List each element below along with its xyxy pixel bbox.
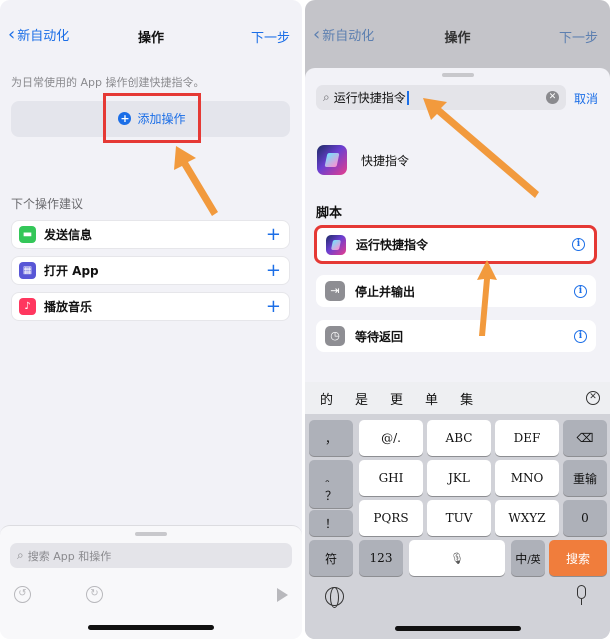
action-wait-return[interactable]: ◷ 等待返回 i xyxy=(316,320,596,352)
search-input[interactable]: ⌕ 搜索 App 和操作 xyxy=(10,543,292,568)
redo-icon[interactable]: ↻ xyxy=(86,586,103,603)
action-label: 停止并输出 xyxy=(355,284,416,299)
plus-circle-icon: + xyxy=(118,111,132,125)
lang-sub-label: /英 xyxy=(527,554,541,566)
cancel-button[interactable]: 取消 xyxy=(574,90,598,107)
key-exclaim[interactable]: ！ xyxy=(309,510,353,536)
clear-icon[interactable]: ✕ xyxy=(546,91,559,104)
suggestion-send-message[interactable]: ▬ 发送信息 + xyxy=(11,220,290,249)
action-search-sheet: ⌕ 运行快捷指令 ✕ 取消 快捷指令 脚本 运行快捷指令 i ⇥ 停止并输出 i xyxy=(305,68,610,386)
lang-main-label: 中 xyxy=(515,551,528,566)
microphone-icon[interactable] xyxy=(577,585,586,605)
search-value: 运行快捷指令 xyxy=(333,91,406,105)
suggestion-label: 打开 App xyxy=(44,264,99,278)
info-icon[interactable]: i xyxy=(574,329,587,343)
search-key[interactable]: 搜索 xyxy=(549,540,607,576)
app-result-shortcuts[interactable]: 快捷指令 xyxy=(305,138,610,182)
editor-toolbar: ↺ ↻ xyxy=(0,586,302,610)
nav-bar: ‹ 新自动化 操作 下一步 xyxy=(305,0,610,70)
screenshot-root: ‹ 新自动化 操作 下一步 为日常使用的 App 操作创建快捷指令。 + 添加操… xyxy=(0,0,610,639)
sheet-grabber[interactable] xyxy=(441,73,474,77)
text-cursor xyxy=(406,90,409,105)
candidate[interactable]: 的 xyxy=(320,389,333,408)
key-mno[interactable]: MNO xyxy=(495,460,559,496)
space-key[interactable]: 🎙 xyxy=(409,540,505,576)
action-label: 运行快捷指令 xyxy=(356,238,429,252)
shortcuts-app-icon xyxy=(317,145,347,175)
next-button[interactable]: 下一步 xyxy=(251,27,290,46)
orange-arrow-annotation xyxy=(174,146,218,216)
mic-small-icon: 🎙 xyxy=(450,551,464,565)
clock-icon: ◷ xyxy=(325,326,345,346)
key-question[interactable]: ？ xyxy=(309,482,353,508)
candidate[interactable]: 更 xyxy=(390,389,403,408)
globe-icon[interactable] xyxy=(325,586,344,608)
candidate-bar: 的 是 更 单 集 ✕ xyxy=(305,382,610,414)
key-number[interactable]: 123 xyxy=(359,540,403,576)
keyboard-bottom-bar xyxy=(305,577,610,639)
add-icon[interactable]: + xyxy=(266,224,281,245)
action-stop-output[interactable]: ⇥ 停止并输出 i xyxy=(316,275,596,307)
sheet-grabber[interactable] xyxy=(135,532,167,536)
nav-bar: ‹ 新自动化 操作 下一步 xyxy=(0,0,302,70)
search-icon: ⌕ xyxy=(17,548,24,562)
messages-icon: ▬ xyxy=(19,226,36,243)
info-icon[interactable]: i xyxy=(572,238,585,251)
backspace-icon[interactable]: ⌫ xyxy=(563,420,607,456)
candidate[interactable]: 集 xyxy=(460,389,473,408)
pinyin-keyboard: 的 是 更 单 集 ✕ ， 。 ？ ！ @/. ABC DEF ⌫ GHI JK… xyxy=(305,382,610,639)
candidate[interactable]: 是 xyxy=(355,389,368,408)
add-action-label: 添加操作 xyxy=(137,111,186,126)
info-icon[interactable]: i xyxy=(574,284,587,298)
suggestion-open-app[interactable]: ▦ 打开 App + xyxy=(11,256,290,285)
add-action-button[interactable]: + 添加操作 xyxy=(103,93,201,143)
left-phone-screen: ‹ 新自动化 操作 下一步 为日常使用的 App 操作创建快捷指令。 + 添加操… xyxy=(0,0,302,639)
suggestions-title: 下个操作建议 xyxy=(11,197,84,211)
app-result-label: 快捷指令 xyxy=(361,153,410,168)
suggestion-label: 发送信息 xyxy=(44,228,93,242)
key-def[interactable]: DEF xyxy=(495,420,559,456)
next-button[interactable]: 下一步 xyxy=(559,27,598,46)
add-icon[interactable]: + xyxy=(266,296,281,317)
action-label: 等待返回 xyxy=(355,329,404,344)
hint-text: 为日常使用的 App 操作创建快捷指令。 xyxy=(11,76,205,89)
section-title: 脚本 xyxy=(316,206,343,221)
music-icon: ♪ xyxy=(19,298,36,315)
key-jkl[interactable]: JKL xyxy=(427,460,491,496)
key-lang-toggle[interactable]: 中/英 xyxy=(511,540,545,576)
key-tuv[interactable]: TUV xyxy=(427,500,491,536)
search-input[interactable]: ⌕ 运行快捷指令 ✕ xyxy=(316,85,566,110)
exit-icon: ⇥ xyxy=(325,281,345,301)
home-indicator xyxy=(88,625,214,630)
key-symbol-toggle[interactable]: 符 xyxy=(309,540,353,576)
action-run-shortcut[interactable]: 运行快捷指令 i xyxy=(314,225,597,264)
key-abc[interactable]: ABC xyxy=(427,420,491,456)
key-comma[interactable]: ， xyxy=(309,420,353,456)
candidate[interactable]: 单 xyxy=(425,389,438,408)
key-wxyz[interactable]: WXYZ xyxy=(495,500,559,536)
key-symbols[interactable]: @/. xyxy=(359,420,423,456)
search-icon: ⌕ xyxy=(323,90,330,104)
undo-icon[interactable]: ↺ xyxy=(14,586,31,603)
key-pqrs[interactable]: PQRS xyxy=(359,500,423,536)
play-icon[interactable] xyxy=(277,588,288,602)
right-phone-screen: ‹ 新自动化 操作 下一步 ⌕ 运行快捷指令 ✕ 取消 快捷指令 脚本 运行快捷… xyxy=(305,0,610,639)
app-grid-icon: ▦ xyxy=(19,262,36,279)
suggestion-label: 播放音乐 xyxy=(44,300,93,314)
key-zero[interactable]: 0 xyxy=(563,500,607,536)
add-icon[interactable]: + xyxy=(266,260,281,281)
home-indicator xyxy=(394,626,521,631)
shortcuts-icon xyxy=(326,234,346,255)
key-reenter[interactable]: 重输 xyxy=(563,460,607,496)
close-candidates-icon[interactable]: ✕ xyxy=(586,391,600,405)
search-placeholder: 搜索 App 和操作 xyxy=(27,549,112,563)
search-sheet: ⌕ 搜索 App 和操作 ↺ ↻ xyxy=(0,525,302,639)
key-ghi[interactable]: GHI xyxy=(359,460,423,496)
suggestion-play-music[interactable]: ♪ 播放音乐 + xyxy=(11,292,290,321)
